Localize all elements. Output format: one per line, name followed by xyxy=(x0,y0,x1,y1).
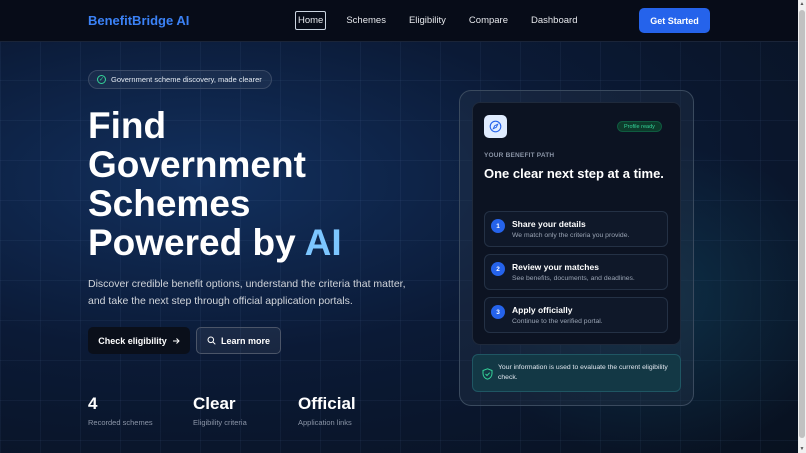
step-title: Apply officially xyxy=(512,305,573,315)
nav-link-compare[interactable]: Compare xyxy=(466,11,511,30)
stat-value: 4 xyxy=(88,394,98,413)
hero-title-line4: Powered by xyxy=(88,222,305,263)
hero-tagline-text: Government scheme discovery, made cleare… xyxy=(111,75,262,84)
nav-link-schemes[interactable]: Schemes xyxy=(343,11,389,30)
hero-title-line2: Government xyxy=(88,144,306,185)
step-item: 1 Share your details We match only the c… xyxy=(484,211,668,247)
scroll-up-icon[interactable]: ▲ xyxy=(799,0,805,8)
nav-links: Home Schemes Eligibility Compare Dashboa… xyxy=(295,11,597,30)
hero-title-line1: Find xyxy=(88,105,167,146)
step-title: Review your matches xyxy=(512,262,599,272)
page-scrollbar[interactable]: ▲ ▼ xyxy=(798,0,806,453)
stat-label: Application links xyxy=(298,418,352,427)
nav-link-eligibility[interactable]: Eligibility xyxy=(406,11,449,30)
step-description: See benefits, documents, and deadlines. xyxy=(512,275,635,282)
step-description: We match only the criteria you provide. xyxy=(512,232,630,239)
brand-logo[interactable]: BenefitBridge AI xyxy=(88,13,189,28)
stat-schemes: 4 Recorded schemes xyxy=(88,394,153,427)
stat-value: Official xyxy=(298,394,356,413)
hero-title: Find Government Schemes Powered by AI xyxy=(88,106,428,262)
step-title: Share your details xyxy=(512,219,586,229)
step-item: 3 Apply officially Continue to the verif… xyxy=(484,297,668,333)
step-number: 3 xyxy=(491,305,505,319)
step-item: 2 Review your matches See benefits, docu… xyxy=(484,254,668,290)
hero-tagline-pill: ✓ Government scheme discovery, made clea… xyxy=(88,70,272,89)
shield-check-icon xyxy=(482,368,493,380)
check-circle-icon: ✓ xyxy=(97,75,106,84)
hero-title-line3: Schemes xyxy=(88,183,251,224)
privacy-notice: Your information is used to evaluate the… xyxy=(472,354,681,392)
scroll-down-icon[interactable]: ▼ xyxy=(799,445,805,453)
arrow-right-icon xyxy=(172,337,180,344)
step-number: 1 xyxy=(491,219,505,233)
stat-value: Clear xyxy=(193,394,236,413)
step-number: 2 xyxy=(491,262,505,276)
check-eligibility-label: Check eligibility xyxy=(98,335,167,346)
profile-status-badge: Profile ready xyxy=(617,121,662,132)
learn-more-label: Learn more xyxy=(220,335,271,346)
check-eligibility-button[interactable]: Check eligibility xyxy=(88,327,190,354)
stat-label: Eligibility criteria xyxy=(193,418,247,427)
nav-link-home[interactable]: Home xyxy=(295,11,327,30)
privacy-notice-text: Your information is used to evaluate the… xyxy=(498,364,668,381)
hero-description: Discover credible benefit options, under… xyxy=(88,278,406,307)
benefit-path-label: YOUR BENEFIT PATH xyxy=(484,152,555,159)
step-description: Continue to the verified portal. xyxy=(512,318,603,325)
stat-application: Official Application links xyxy=(298,394,356,427)
scroll-thumb[interactable] xyxy=(799,10,805,438)
hero-title-accent: AI xyxy=(304,222,342,263)
get-started-button[interactable]: Get Started xyxy=(639,8,710,33)
stat-label: Recorded schemes xyxy=(88,418,153,427)
top-navbar: BenefitBridge AI Home Schemes Eligibilit… xyxy=(0,0,798,42)
search-icon xyxy=(207,336,216,345)
benefit-path-title: One clear next step at a time. xyxy=(484,166,664,181)
stat-eligibility: Clear Eligibility criteria xyxy=(193,394,247,427)
compass-icon xyxy=(484,115,507,138)
learn-more-button[interactable]: Learn more xyxy=(196,327,281,354)
nav-link-dashboard[interactable]: Dashboard xyxy=(528,11,580,30)
